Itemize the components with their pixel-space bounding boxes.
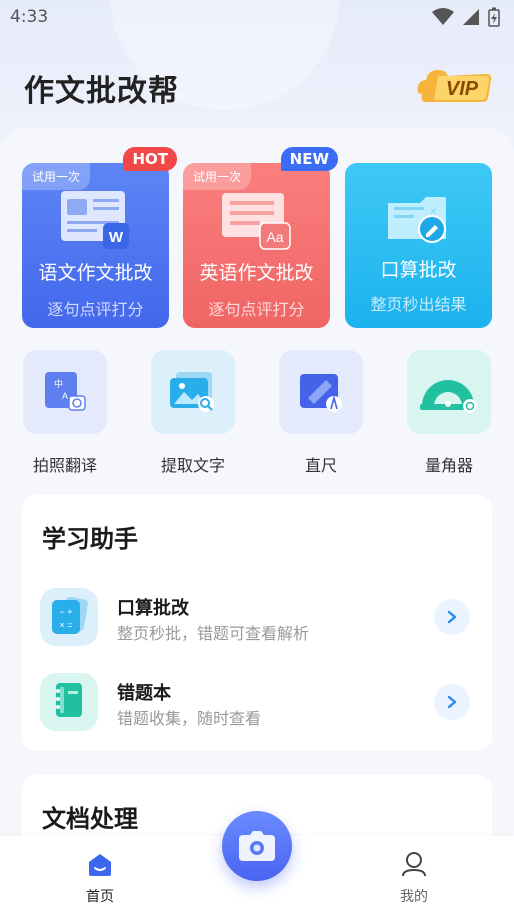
- profile-icon: [402, 852, 426, 877]
- oral-math-card[interactable]: × 口算批改 整页秒出结果: [345, 163, 492, 328]
- photo-translate-icon: 中 A: [45, 372, 86, 411]
- tool-label: 提取文字: [160, 456, 225, 475]
- card-subtitle: 整页秒出结果: [370, 295, 467, 314]
- chevron-right-icon[interactable]: [434, 599, 470, 635]
- status-bar: 4:33: [0, 0, 514, 34]
- svg-text:− +: − +: [59, 607, 72, 617]
- svg-text:× =: × =: [59, 620, 72, 630]
- battery-icon: [488, 7, 500, 27]
- extract-text-icon: [170, 372, 214, 412]
- new-badge: NEW: [280, 147, 338, 171]
- svg-text:中: 中: [54, 378, 63, 390]
- tab-label: 首页: [86, 889, 114, 905]
- protractor-icon: [420, 380, 477, 413]
- svg-text:Aa: Aa: [266, 229, 283, 245]
- section-title: 学习助手: [42, 525, 138, 553]
- card-subtitle: 逐句点评打分: [208, 300, 305, 319]
- trial-tag: 试用一次: [22, 163, 91, 190]
- wifi-icon: [432, 8, 454, 25]
- english-essay-icon: Aa: [222, 193, 291, 250]
- section-title: 文档处理: [42, 805, 138, 833]
- app-title: 作文批改帮: [24, 74, 179, 109]
- ruler-icon: [300, 374, 342, 412]
- vip-label: VIP: [446, 78, 479, 100]
- calculator-icon: − + × =: [40, 588, 98, 646]
- item-title: 错题本: [117, 683, 171, 704]
- chevron-right-icon[interactable]: [434, 684, 470, 720]
- chinese-essay-icon: W: [61, 191, 129, 249]
- svg-text:A: A: [62, 391, 68, 401]
- tool-label: 量角器: [424, 456, 473, 475]
- item-subtitle: 错题收集，随时查看: [117, 709, 262, 728]
- list-item-mistake-book[interactable]: 错题本 错题收集，随时查看: [40, 673, 474, 733]
- card-title: 口算批改: [380, 259, 457, 281]
- card-title: 语文作文批改: [38, 262, 153, 284]
- notebook-icon: [40, 673, 98, 731]
- learning-assistant-card: 学习助手 − + × = 口算批改 整页秒批，错题可查看解析 错题本 错题收集，: [22, 495, 492, 751]
- item-title: 口算批改: [117, 598, 189, 619]
- tab-mine[interactable]: 我的: [374, 850, 454, 906]
- camera-icon: [239, 831, 275, 861]
- tab-home[interactable]: 首页: [60, 850, 140, 906]
- signal-icon: [463, 9, 479, 25]
- tool-label: 直尺: [304, 456, 337, 475]
- chinese-essay-card[interactable]: 试用一次 HOT W 语文作文批改 逐句点评打分: [22, 147, 177, 328]
- svg-text:W: W: [109, 229, 124, 246]
- oral-math-icon: ×: [388, 197, 446, 243]
- tool-ruler[interactable]: 直尺: [279, 350, 363, 476]
- tool-label: 拍照翻译: [32, 456, 97, 475]
- vip-button[interactable]: VIP: [416, 64, 494, 104]
- tool-photo-translate[interactable]: 中 A 拍照翻译: [23, 350, 107, 476]
- tab-label: 我的: [400, 889, 428, 905]
- card-title: 英语作文批改: [199, 262, 314, 284]
- tool-protractor[interactable]: 量角器: [407, 350, 491, 476]
- feature-cards: 试用一次 HOT W 语文作文批改 逐句点评打分 试用一次 NEW Aa 英语作…: [22, 147, 492, 328]
- trial-tag: 试用一次: [183, 163, 252, 190]
- hot-badge: HOT: [123, 147, 177, 171]
- camera-button[interactable]: [222, 811, 292, 881]
- list-item-oral-math[interactable]: − + × = 口算批改 整页秒批，错题可查看解析: [40, 588, 474, 648]
- english-essay-card[interactable]: 试用一次 NEW Aa 英语作文批改 逐句点评打分: [183, 147, 338, 328]
- tool-extract-text[interactable]: 提取文字: [151, 350, 235, 476]
- status-time: 4:33: [10, 7, 49, 27]
- home-icon: [89, 854, 111, 876]
- card-subtitle: 逐句点评打分: [47, 300, 144, 319]
- item-subtitle: 整页秒批，错题可查看解析: [117, 624, 310, 643]
